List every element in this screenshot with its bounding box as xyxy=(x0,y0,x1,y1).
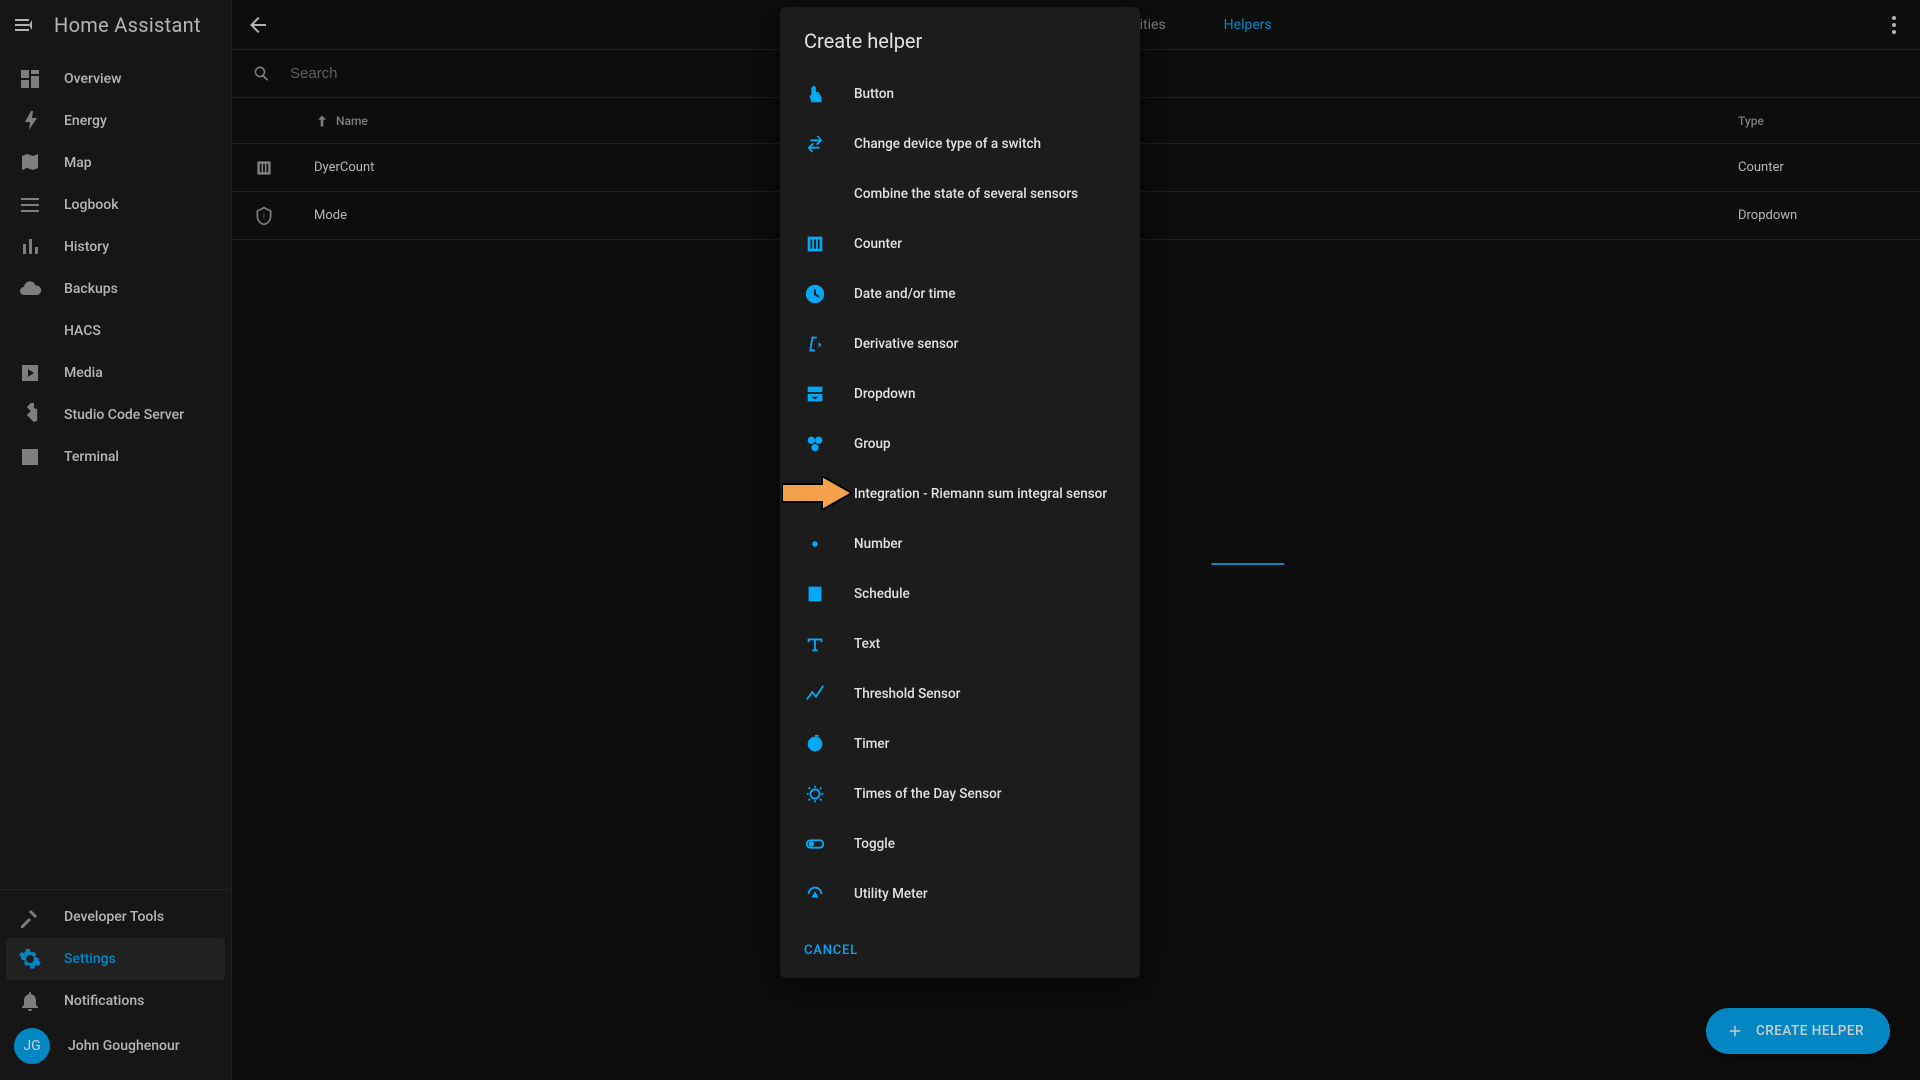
helper-option-combine[interactable]: Combine the state of several sensors xyxy=(780,169,1140,219)
helper-option-label: Timer xyxy=(854,736,889,752)
helper-option-schedule[interactable]: Schedule xyxy=(780,569,1140,619)
plus-minus-icon xyxy=(804,183,826,205)
helper-option-label: Threshold Sensor xyxy=(854,686,960,702)
timer-icon xyxy=(804,733,826,755)
group-icon xyxy=(804,433,826,455)
helper-option-number[interactable]: Number xyxy=(780,519,1140,569)
helper-option-times-of-day[interactable]: Times of the Day Sensor xyxy=(780,769,1140,819)
helper-option-text[interactable]: Text xyxy=(780,619,1140,669)
slider-icon xyxy=(804,533,826,555)
function-icon xyxy=(804,333,826,355)
helper-list: Button Change device type of a switch Co… xyxy=(780,63,1140,925)
integral-icon xyxy=(804,483,826,505)
clock-icon xyxy=(804,283,826,305)
helper-option-timer[interactable]: Timer xyxy=(780,719,1140,769)
helper-option-group[interactable]: Group xyxy=(780,419,1140,469)
helper-option-toggle[interactable]: Toggle xyxy=(780,819,1140,869)
dropdown-icon xyxy=(804,383,826,405)
helper-option-utility-meter[interactable]: Utility Meter xyxy=(780,869,1140,919)
helper-option-datetime[interactable]: Date and/or time xyxy=(780,269,1140,319)
helper-option-label: Derivative sensor xyxy=(854,336,958,352)
helper-option-label: Group xyxy=(854,436,891,452)
helper-option-label: Utility Meter xyxy=(854,886,928,902)
helper-option-label: Integration - Riemann sum integral senso… xyxy=(854,486,1107,502)
helper-option-change-switch[interactable]: Change device type of a switch xyxy=(780,119,1140,169)
helper-option-integration[interactable]: Integration - Riemann sum integral senso… xyxy=(780,469,1140,519)
dialog-scrim[interactable]: Create helper Button Change device type … xyxy=(0,0,1920,1080)
helper-option-dropdown[interactable]: Dropdown xyxy=(780,369,1140,419)
gauge-icon xyxy=(804,883,826,905)
helper-option-label: Toggle xyxy=(854,836,895,852)
dialog-actions: CANCEL xyxy=(780,925,1140,978)
helper-option-label: Times of the Day Sensor xyxy=(854,786,1002,802)
gesture-tap-icon xyxy=(804,83,826,105)
helper-option-label: Text xyxy=(854,636,880,652)
cancel-button[interactable]: CANCEL xyxy=(804,943,858,958)
helper-option-derivative[interactable]: Derivative sensor xyxy=(780,319,1140,369)
toggle-icon xyxy=(804,833,826,855)
create-helper-dialog: Create helper Button Change device type … xyxy=(780,7,1140,978)
helper-option-threshold[interactable]: Threshold Sensor xyxy=(780,669,1140,719)
helper-option-label: Number xyxy=(854,536,902,552)
helper-option-label: Change device type of a switch xyxy=(854,136,1041,152)
helper-option-button[interactable]: Button xyxy=(780,69,1140,119)
helper-option-counter[interactable]: Counter xyxy=(780,219,1140,269)
helper-option-label: Schedule xyxy=(854,586,910,602)
chart-line-icon xyxy=(804,683,826,705)
helper-option-label: Date and/or time xyxy=(854,286,956,302)
sun-clock-icon xyxy=(804,783,826,805)
calendar-clock-icon xyxy=(804,583,826,605)
text-icon xyxy=(804,633,826,655)
counter-icon xyxy=(804,233,826,255)
helper-option-label: Dropdown xyxy=(854,386,915,402)
helper-option-label: Button xyxy=(854,86,894,102)
dialog-title: Create helper xyxy=(780,7,1140,63)
helper-option-label: Counter xyxy=(854,236,902,252)
swap-icon xyxy=(804,133,826,155)
helper-option-label: Combine the state of several sensors xyxy=(854,186,1078,202)
